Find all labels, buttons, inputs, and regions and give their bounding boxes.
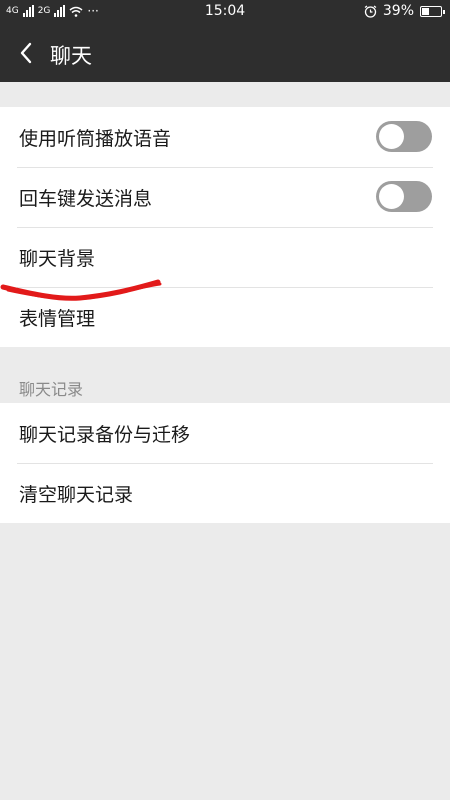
enter-send-toggle[interactable]: [376, 181, 432, 212]
setting-chat-background[interactable]: 聊天背景: [0, 227, 450, 287]
setting-sticker-management[interactable]: 表情管理: [0, 287, 450, 347]
back-button[interactable]: [8, 34, 44, 72]
status-bar: 4G 2G ··· 15:04 39%: [0, 0, 450, 24]
toggle-knob: [379, 184, 404, 209]
battery-percent: 39%: [382, 3, 414, 19]
earpiece-toggle[interactable]: [376, 121, 432, 152]
alarm-icon: [364, 5, 377, 18]
chevron-left-icon: [20, 42, 32, 64]
page-title: 聊天: [50, 44, 92, 68]
setting-clear-history[interactable]: 清空聊天记录: [0, 463, 450, 523]
setting-label: 清空聊天记录: [19, 483, 134, 506]
battery-icon: [420, 5, 445, 17]
toggle-knob: [379, 124, 404, 149]
settings-group-history: 聊天记录备份与迁移 清空聊天记录: [0, 403, 450, 523]
setting-backup-migrate[interactable]: 聊天记录备份与迁移: [0, 403, 450, 463]
setting-label: 回车键发送消息: [19, 187, 153, 210]
title-bar: 聊天: [0, 24, 450, 82]
battery-fill: [422, 7, 429, 15]
section-title-chat-history: 聊天记录: [19, 380, 84, 399]
setting-label: 聊天背景: [19, 247, 96, 270]
setting-enter-to-send[interactable]: 回车键发送消息: [0, 167, 450, 227]
setting-label: 表情管理: [19, 307, 96, 330]
status-right: 39%: [364, 3, 445, 19]
setting-earpiece-playback[interactable]: 使用听筒播放语音: [0, 107, 450, 167]
setting-label: 使用听筒播放语音: [19, 127, 172, 150]
setting-label: 聊天记录备份与迁移: [19, 423, 191, 446]
settings-group-chat: 使用听筒播放语音 回车键发送消息 聊天背景 表情管理: [0, 107, 450, 347]
